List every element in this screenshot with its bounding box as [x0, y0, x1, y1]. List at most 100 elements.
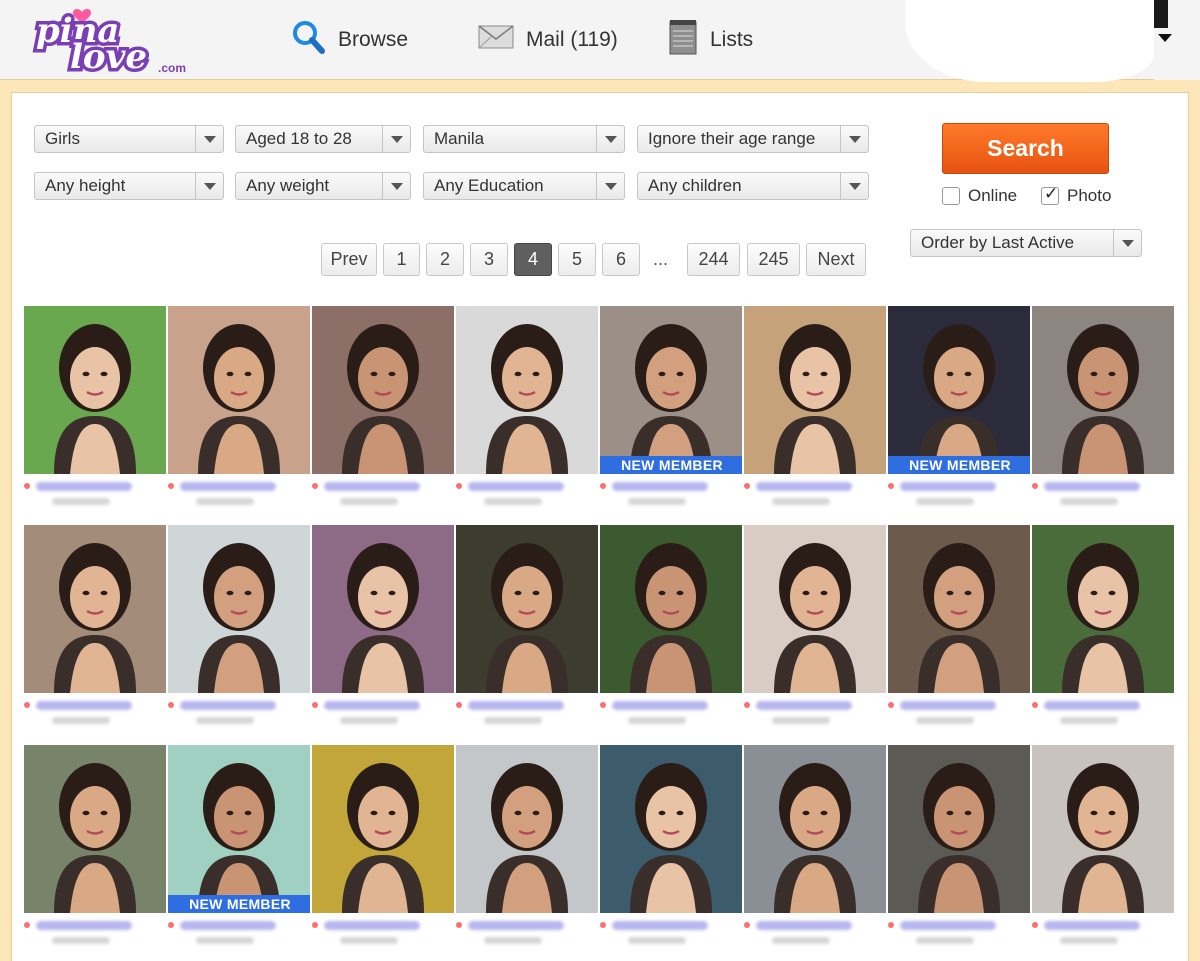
page-button-1[interactable]: 1	[383, 243, 420, 276]
profile-card[interactable]	[24, 745, 166, 944]
profile-username-redacted[interactable]	[168, 480, 310, 492]
profile-card[interactable]	[600, 745, 742, 944]
profile-username-redacted[interactable]	[600, 480, 742, 492]
height-select[interactable]: Any height	[34, 172, 224, 200]
user-menu-redacted[interactable]	[905, 0, 1155, 82]
profile-photo[interactable]	[744, 745, 886, 913]
profile-username-redacted[interactable]	[1032, 919, 1174, 931]
chevron-down-icon[interactable]	[1158, 34, 1172, 42]
profile-card[interactable]	[24, 525, 166, 724]
page-button-2[interactable]: 2	[426, 243, 464, 276]
education-select[interactable]: Any Education	[423, 172, 625, 200]
profile-username-redacted[interactable]	[24, 919, 166, 931]
profile-photo[interactable]	[600, 745, 742, 913]
online-checkbox-box[interactable]	[942, 187, 960, 205]
profile-username-redacted[interactable]	[744, 919, 886, 931]
profile-photo[interactable]	[456, 745, 598, 913]
profile-card[interactable]: NEW MEMBER	[168, 745, 310, 944]
profile-photo[interactable]	[456, 306, 598, 474]
profile-card[interactable]	[1032, 306, 1174, 505]
profile-card[interactable]	[744, 306, 886, 505]
profile-username-redacted[interactable]	[456, 480, 598, 492]
profile-card[interactable]	[1032, 525, 1174, 724]
profile-photo[interactable]	[456, 525, 598, 693]
page-button-5[interactable]: 5	[558, 243, 596, 276]
profile-username-redacted[interactable]	[744, 480, 886, 492]
page-button-3[interactable]: 3	[470, 243, 508, 276]
page-button-244[interactable]: 244	[687, 243, 740, 276]
age-range-select[interactable]: Ignore their age range	[637, 125, 869, 153]
profile-photo[interactable]	[888, 745, 1030, 913]
profile-card[interactable]	[744, 745, 886, 944]
pina-love-logo[interactable]: pina love .com	[30, 4, 200, 81]
profile-card[interactable]	[168, 306, 310, 505]
search-button[interactable]: Search	[942, 123, 1109, 174]
photo-checkbox[interactable]: Photo	[1041, 184, 1111, 206]
nav-mail[interactable]: Mail (119)	[478, 22, 618, 58]
gender-select[interactable]: Girls	[34, 125, 224, 153]
profile-card[interactable]: NEW MEMBER	[888, 306, 1030, 505]
profile-username-redacted[interactable]	[312, 480, 454, 492]
profile-photo[interactable]	[600, 525, 742, 693]
profile-card[interactable]	[1032, 745, 1174, 944]
page-button-4-current[interactable]: 4	[514, 243, 552, 276]
profile-card[interactable]: NEW MEMBER	[600, 306, 742, 505]
age-select[interactable]: Aged 18 to 28	[235, 125, 411, 153]
page-button-6[interactable]: 6	[602, 243, 640, 276]
profile-card[interactable]	[888, 525, 1030, 724]
profile-username-redacted[interactable]	[1032, 480, 1174, 492]
profile-card[interactable]	[744, 525, 886, 724]
profile-username-redacted[interactable]	[888, 919, 1030, 931]
profile-username-redacted[interactable]	[888, 480, 1030, 492]
profile-photo[interactable]	[744, 306, 886, 474]
profile-card[interactable]	[600, 525, 742, 724]
weight-select[interactable]: Any weight	[235, 172, 411, 200]
profile-photo[interactable]	[744, 525, 886, 693]
order-select[interactable]: Order by Last Active	[910, 229, 1142, 257]
profile-card[interactable]	[456, 306, 598, 505]
profile-photo[interactable]	[24, 306, 166, 474]
profile-photo[interactable]	[888, 525, 1030, 693]
profile-photo[interactable]	[1032, 525, 1174, 693]
profile-username-redacted[interactable]	[312, 699, 454, 711]
profile-username-redacted[interactable]	[888, 699, 1030, 711]
children-select[interactable]: Any children	[637, 172, 869, 200]
profile-card[interactable]	[312, 525, 454, 724]
online-checkbox[interactable]: Online	[942, 186, 1017, 206]
nav-browse[interactable]: Browse	[290, 21, 408, 58]
profile-photo[interactable]	[312, 745, 454, 913]
profile-card[interactable]	[312, 745, 454, 944]
profile-photo[interactable]: NEW MEMBER	[600, 306, 742, 474]
profile-card[interactable]	[312, 306, 454, 505]
profile-photo[interactable]: NEW MEMBER	[168, 745, 310, 913]
profile-username-redacted[interactable]	[312, 919, 454, 931]
profile-card[interactable]	[168, 525, 310, 724]
location-select[interactable]: Manila	[423, 125, 625, 153]
profile-photo[interactable]	[168, 306, 310, 474]
next-page-button[interactable]: Next	[806, 243, 866, 276]
profile-username-redacted[interactable]	[168, 919, 310, 931]
profile-username-redacted[interactable]	[456, 919, 598, 931]
nav-lists[interactable]: Lists	[668, 20, 753, 58]
photo-checkbox-box[interactable]	[1041, 184, 1059, 205]
profile-card[interactable]	[456, 745, 598, 944]
profile-photo[interactable]	[1032, 745, 1174, 913]
profile-username-redacted[interactable]	[168, 699, 310, 711]
profile-photo[interactable]: NEW MEMBER	[888, 306, 1030, 474]
profile-photo[interactable]	[312, 525, 454, 693]
profile-username-redacted[interactable]	[1032, 699, 1174, 711]
profile-photo[interactable]	[312, 306, 454, 474]
profile-username-redacted[interactable]	[600, 699, 742, 711]
profile-username-redacted[interactable]	[744, 699, 886, 711]
prev-page-button[interactable]: Prev	[321, 243, 377, 276]
page-button-245[interactable]: 245	[747, 243, 800, 276]
profile-username-redacted[interactable]	[600, 919, 742, 931]
profile-photo[interactable]	[1032, 306, 1174, 474]
profile-username-redacted[interactable]	[24, 480, 166, 492]
profile-card[interactable]	[456, 525, 598, 724]
profile-photo[interactable]	[24, 745, 166, 913]
profile-card[interactable]	[24, 306, 166, 505]
profile-photo[interactable]	[24, 525, 166, 693]
profile-card[interactable]	[888, 745, 1030, 944]
profile-username-redacted[interactable]	[456, 699, 598, 711]
